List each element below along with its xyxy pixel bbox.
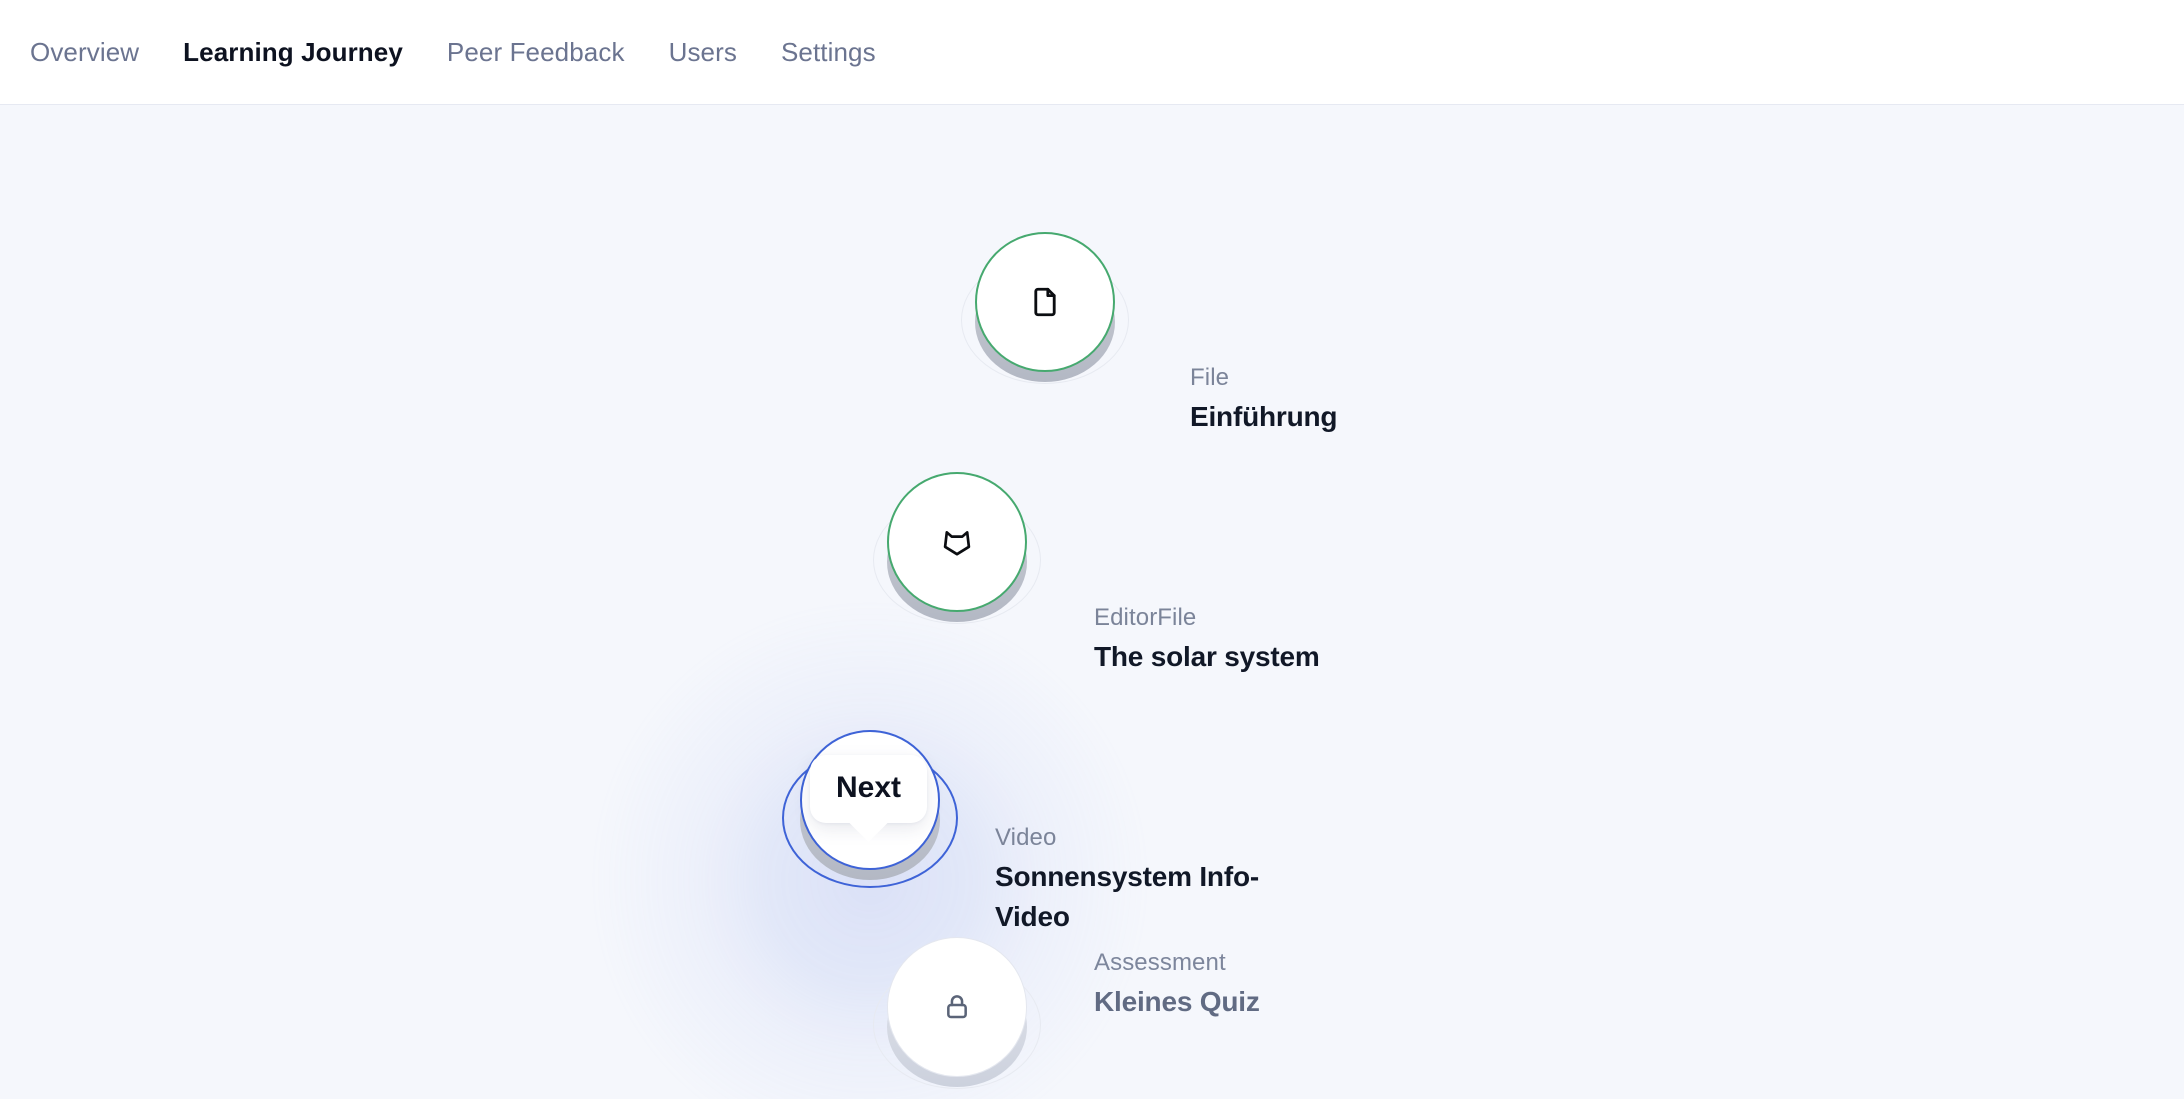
nav-item-settings[interactable]: Settings (759, 27, 898, 77)
next-step-tooltip: Next (810, 755, 928, 842)
node-top-disc[interactable] (887, 472, 1027, 612)
next-step-tooltip-label: Next (836, 771, 902, 804)
top-navigation: Overview Learning Journey Peer Feedback … (0, 0, 2184, 105)
journey-node-file[interactable] (961, 232, 1129, 392)
journey-node-editorfile[interactable] (873, 472, 1041, 632)
node-kind-label: Assessment (1094, 949, 1226, 976)
journey-caption-assessment: Assessment Kleines Quiz (1094, 948, 1394, 1022)
journey-caption-editorfile: EditorFile The solar system (1094, 603, 1394, 677)
nav-item-overview[interactable]: Overview (8, 27, 161, 77)
lock-icon (941, 991, 973, 1023)
node-title-label: The solar system (1094, 641, 1320, 672)
node-kind-label: Video (995, 824, 1057, 851)
node-title-label: Einführung (1190, 401, 1338, 432)
node-kind-label: EditorFile (1094, 604, 1197, 631)
learning-journey-canvas: File Einführung EditorFile The solar sys… (0, 105, 2184, 1099)
journey-caption-video: Video Sonnensystem Info-Video (995, 823, 1275, 937)
journey-caption-file: File Einführung (1190, 363, 1490, 437)
node-title-label: Kleines Quiz (1094, 986, 1260, 1017)
nav-item-users[interactable]: Users (647, 27, 759, 77)
node-title-label: Sonnensystem Info-Video (995, 861, 1259, 932)
nav-item-learning-journey[interactable]: Learning Journey (161, 27, 425, 77)
document-icon (1028, 285, 1062, 319)
nav-item-peer-feedback[interactable]: Peer Feedback (425, 27, 647, 77)
node-kind-label: File (1190, 364, 1230, 391)
journey-node-assessment[interactable] (873, 937, 1041, 1097)
node-top-disc[interactable] (887, 937, 1027, 1077)
node-top-disc[interactable] (975, 232, 1115, 372)
cat-face-icon (940, 525, 974, 559)
